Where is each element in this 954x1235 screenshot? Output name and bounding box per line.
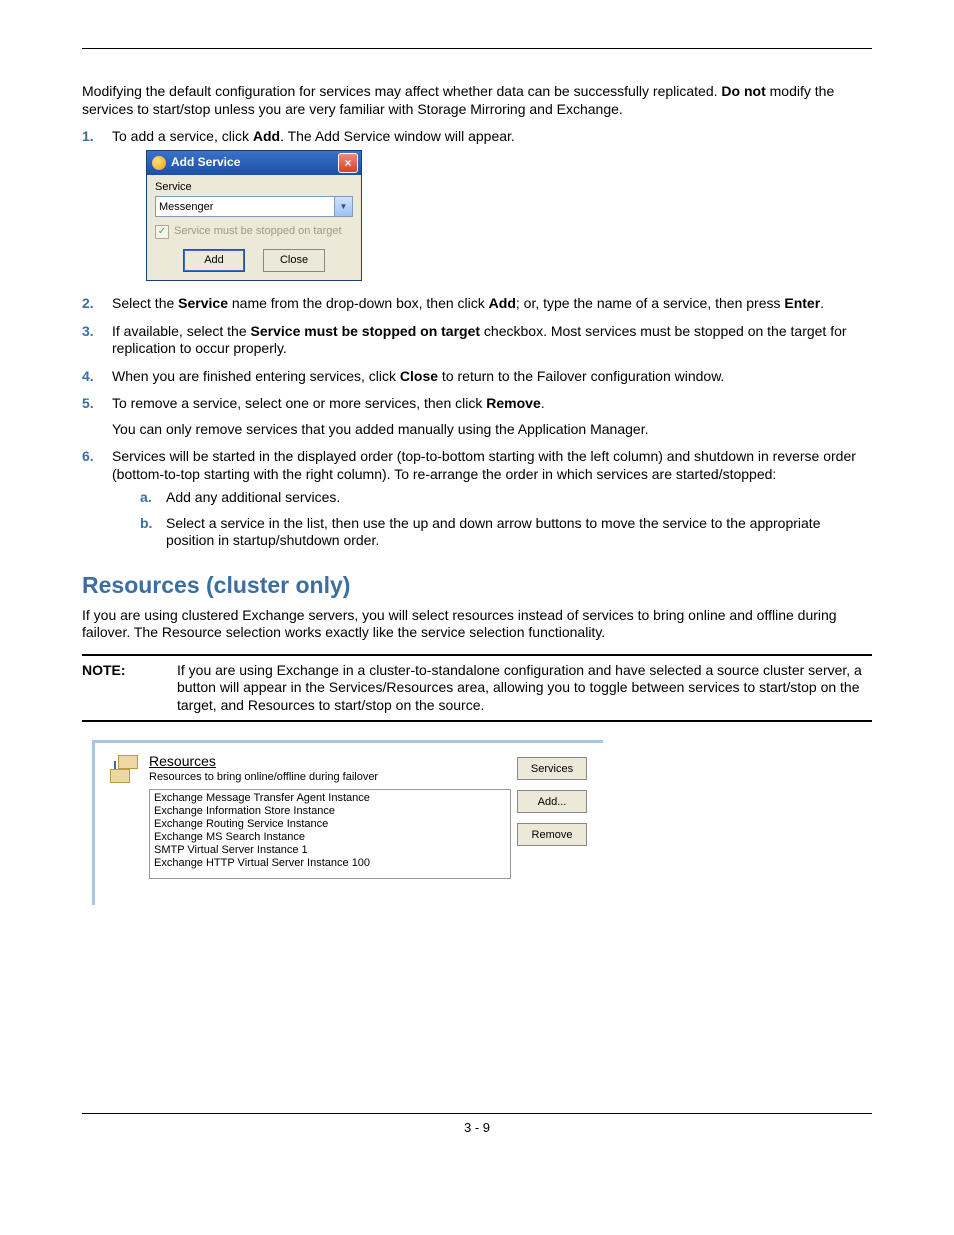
step-6b: b. Select a service in the list, then us… xyxy=(140,515,872,550)
step-5: 5. To remove a service, select one or mo… xyxy=(82,395,872,438)
close-icon[interactable]: × xyxy=(338,153,358,173)
servers-icon xyxy=(110,755,140,785)
step-5-note: You can only remove services that you ad… xyxy=(112,421,872,439)
list-item[interactable]: Exchange Message Transfer Agent Instance xyxy=(154,792,506,805)
resources-subtitle: Resources to bring online/offline during… xyxy=(149,771,511,783)
step-3: 3. If available, select the Service must… xyxy=(82,323,872,358)
step-6: 6. Services will be started in the displ… xyxy=(82,448,872,550)
step-1: 1. To add a service, click Add. The Add … xyxy=(82,128,872,281)
add-button[interactable]: Add xyxy=(183,249,245,272)
service-label: Service xyxy=(155,181,353,195)
list-item[interactable]: SMTP Virtual Server Instance 1 xyxy=(154,844,506,857)
list-item[interactable]: Exchange Routing Service Instance xyxy=(154,818,506,831)
resources-panel: Resources Resources to bring online/offl… xyxy=(92,740,603,905)
step-4: 4. When you are finished entering servic… xyxy=(82,368,872,386)
section-heading: Resources (cluster only) xyxy=(82,572,872,599)
add-service-dialog: Add Service × Service ▼ ✓ Service must b… xyxy=(146,150,362,282)
note-label: NOTE: xyxy=(82,662,177,715)
service-input[interactable] xyxy=(156,197,334,216)
chevron-down-icon[interactable]: ▼ xyxy=(334,197,352,216)
remove-button[interactable]: Remove xyxy=(517,823,587,846)
check-icon: ✓ xyxy=(155,225,169,239)
services-button[interactable]: Services xyxy=(517,757,587,780)
list-item[interactable]: Exchange MS Search Instance xyxy=(154,831,506,844)
add-button[interactable]: Add... xyxy=(517,790,587,813)
stopped-on-target-checkbox[interactable]: ✓ Service must be stopped on target xyxy=(155,225,353,239)
resources-title: Resources xyxy=(149,753,511,769)
dialog-title: Add Service xyxy=(171,155,240,170)
list-item[interactable]: Exchange HTTP Virtual Server Instance 10… xyxy=(154,857,506,870)
service-combobox[interactable]: ▼ xyxy=(155,196,353,217)
note-body: If you are using Exchange in a cluster-t… xyxy=(177,662,872,715)
close-button[interactable]: Close xyxy=(263,249,325,272)
intro-paragraph: Modifying the default configuration for … xyxy=(82,83,872,118)
step-6a: a. Add any additional services. xyxy=(140,489,872,507)
section-paragraph: If you are using clustered Exchange serv… xyxy=(82,607,872,642)
step-2: 2. Select the Service name from the drop… xyxy=(82,295,872,313)
dialog-titlebar: Add Service × xyxy=(147,151,361,175)
resources-listbox[interactable]: Exchange Message Transfer Agent Instance… xyxy=(149,789,511,879)
list-item[interactable]: Exchange Information Store Instance xyxy=(154,805,506,818)
app-icon xyxy=(152,156,166,170)
checkbox-label: Service must be stopped on target xyxy=(174,225,342,239)
page-number: 3 - 9 xyxy=(82,1120,872,1135)
note-box: NOTE: If you are using Exchange in a clu… xyxy=(82,654,872,723)
